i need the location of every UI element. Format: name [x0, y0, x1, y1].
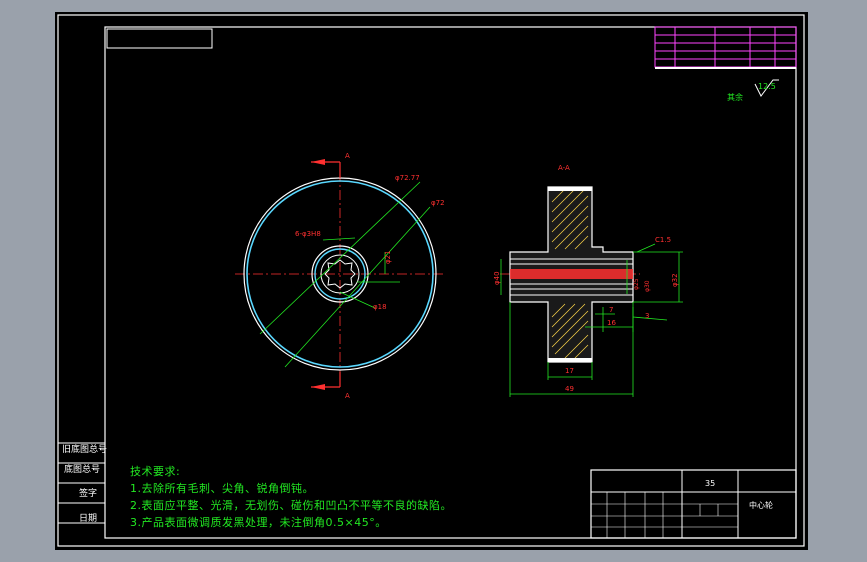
side-label-date: 日期: [79, 514, 98, 524]
dim-chamfer: C1.5: [655, 236, 671, 244]
surface-finish-label: 其余: [727, 93, 743, 102]
dim-bore-2: φ30: [644, 280, 651, 292]
tech-req-item-2: 2.表面应平整、光滑，无划伤、碰伤和凹凸不平等不良的缺陷。: [130, 499, 452, 512]
dim-width-d: 3: [645, 312, 649, 320]
dim-width-a: 17: [565, 367, 574, 375]
section-view: A-A 17 49 16 7 3 C1.5 φ32 φ25 φ30 φ40: [493, 164, 683, 397]
roughness-value: 12.5: [758, 82, 776, 91]
side-label-signature: 签字: [79, 489, 98, 499]
cad-viewport[interactable]: A A φ72.77 φ72 6-φ3H8 φ18 φ21 A-A 17 49 …: [0, 0, 867, 562]
front-view: A A φ72.77 φ72 6-φ3H8 φ18 φ21: [235, 152, 445, 400]
material-text: 35: [705, 479, 715, 488]
dim-hub-dia: φ32: [671, 273, 679, 287]
dim-tip-dia: φ72.77: [395, 174, 420, 182]
section-label-bottom: A: [345, 392, 350, 400]
section-label-top: A: [345, 152, 350, 160]
dim-holes: 6-φ3H8: [295, 230, 321, 238]
side-label-drawing-no: 底图总号: [64, 465, 101, 475]
inner-border: [104, 26, 797, 539]
dim-spline-b: φ21: [384, 250, 392, 264]
dim-outer-dia: φ72: [431, 199, 445, 207]
dim-width-c: 7: [609, 306, 613, 314]
title-block: 35 中心轮: [590, 469, 797, 539]
top-left-code-box: [106, 28, 213, 49]
tech-req-item-3: 3.产品表面微调质发黑处理，未注倒角0.5×45°。: [130, 516, 387, 529]
revision-table: [654, 26, 797, 69]
tech-req-heading: 技术要求:: [130, 465, 181, 478]
side-label-old-drawing-no: 旧底图总号: [62, 445, 108, 455]
section-title: A-A: [558, 164, 570, 172]
part-name-text: 中心轮: [749, 500, 773, 510]
dim-width-b: 16: [607, 319, 616, 327]
dim-spline-a: φ18: [373, 303, 387, 311]
dim-width-total: 49: [565, 385, 574, 393]
dim-height: φ40: [493, 271, 501, 285]
tech-req-item-1: 1.去除所有毛刺、尖角、锐角倒钝。: [130, 482, 314, 495]
dim-bore-1: φ25: [633, 278, 640, 290]
